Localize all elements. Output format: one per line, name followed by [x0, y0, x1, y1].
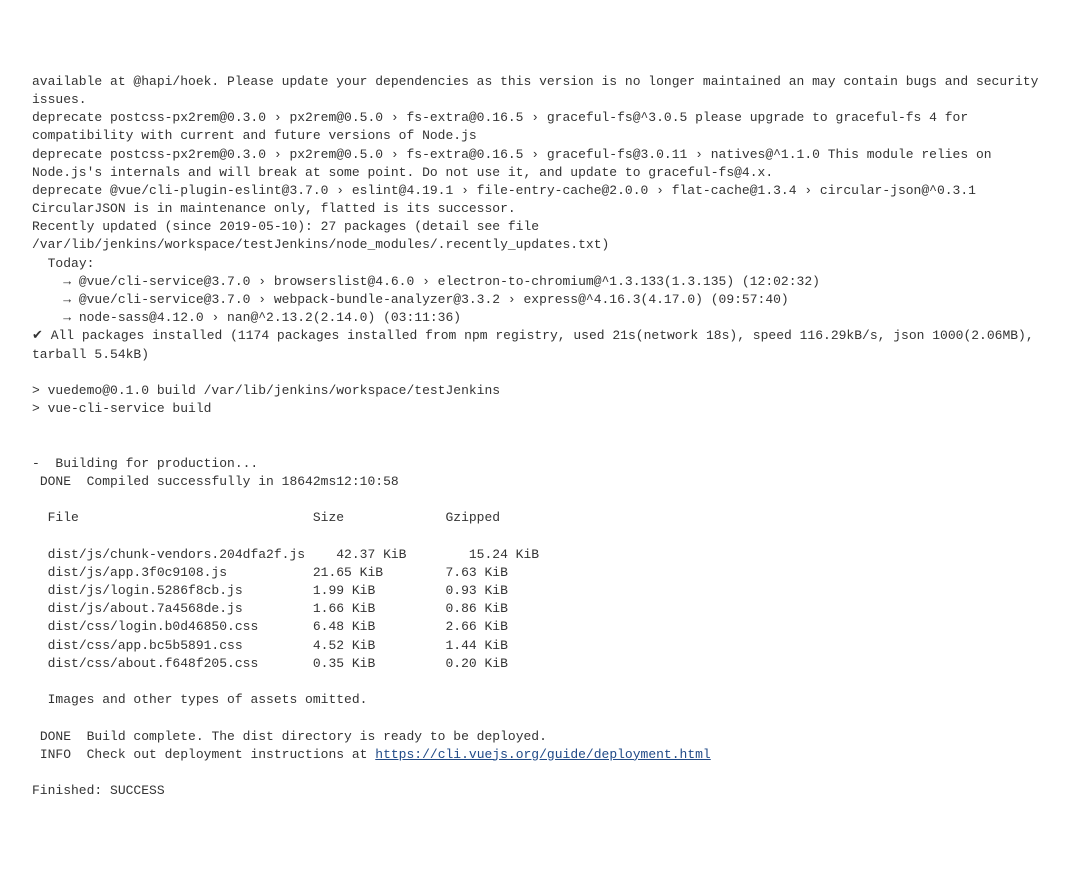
deployment-link[interactable]: https://cli.vuejs.org/guide/deployment.h…	[375, 747, 710, 762]
console-output: available at @hapi/hoek. Please update y…	[32, 73, 1048, 801]
finished-status: Finished: SUCCESS	[32, 783, 165, 798]
info-line: INFO Check out deployment instructions a…	[32, 747, 711, 762]
info-prefix: INFO Check out deployment instructions a…	[32, 747, 375, 762]
console-text-block: available at @hapi/hoek. Please update y…	[32, 74, 1046, 744]
